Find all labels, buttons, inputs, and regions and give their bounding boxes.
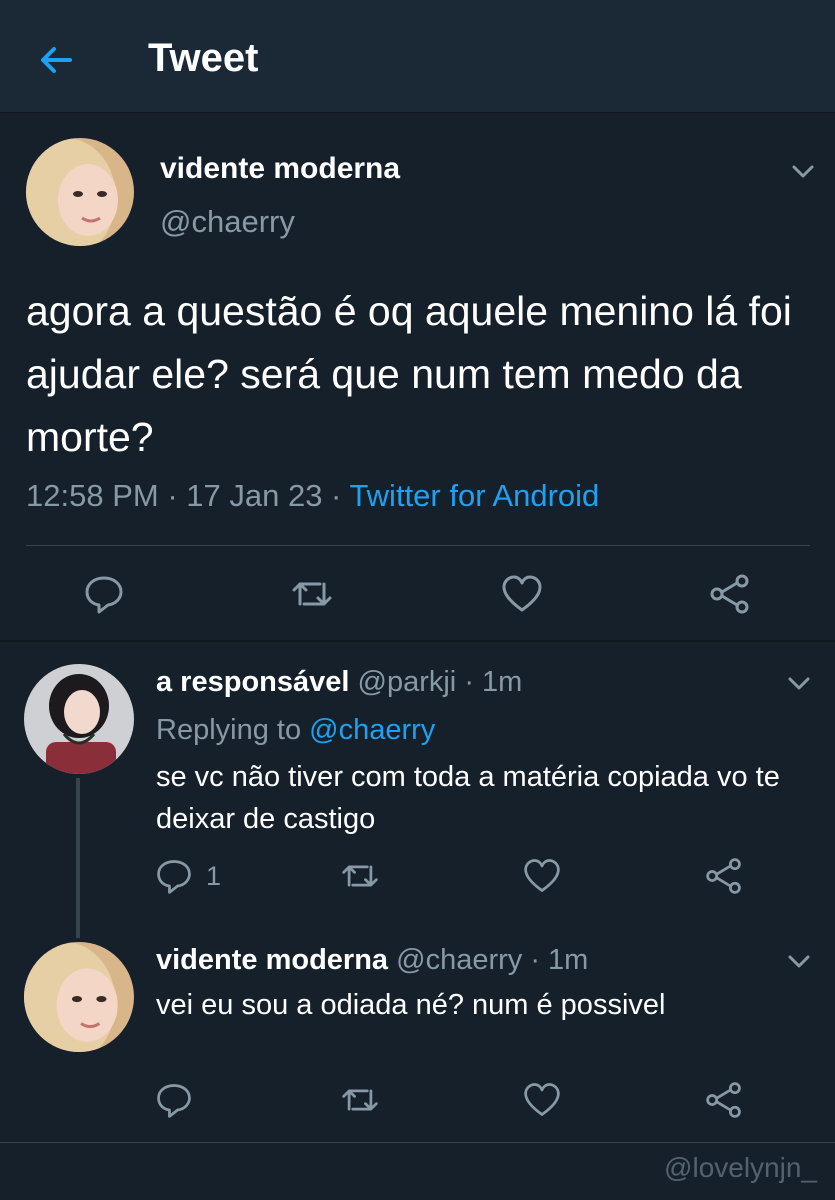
chevron-down-icon[interactable] [784, 946, 814, 976]
author-name[interactable]: vidente moderna [160, 152, 400, 186]
tweet-meta: 12:58 PM · 17 Jan 23 · Twitter for Andro… [26, 478, 599, 514]
top-bar: Tweet [0, 0, 835, 113]
thread-line [76, 778, 80, 938]
reply-header: a responsável @parkji · 1m [156, 666, 522, 699]
reply-text: se vc não tiver com toda a matéria copia… [156, 761, 780, 835]
like-icon[interactable] [500, 572, 544, 616]
chevron-down-icon[interactable] [784, 668, 814, 698]
watermark: @lovelynjn_ [664, 1152, 817, 1183]
tweet-date: 17 Jan 23 [186, 478, 323, 513]
replying-to-handle[interactable]: @chaerry [309, 714, 435, 746]
reply-header: vidente moderna @chaerry · 1m [156, 944, 588, 977]
meta-separator: · [322, 478, 350, 513]
tweet-time: 12:58 PM [26, 478, 159, 513]
avatar[interactable] [26, 138, 134, 246]
like-icon[interactable] [522, 856, 562, 896]
avatar[interactable] [24, 664, 134, 774]
reply-text: vei eu sou a odiada né? num é possivel [156, 989, 666, 1021]
share-icon[interactable] [708, 572, 752, 616]
page-title: Tweet [148, 36, 259, 80]
tweet-source[interactable]: Twitter for Android [349, 478, 599, 513]
retweet-icon[interactable] [340, 856, 380, 896]
meta-separator: · [522, 944, 549, 976]
reply-author-name[interactable]: vidente moderna [156, 944, 388, 976]
reply-count: 1 [206, 861, 222, 891]
replying-to-label: Replying to [156, 714, 302, 746]
share-icon[interactable] [704, 1080, 744, 1120]
reply-author-handle[interactable]: @parkji [358, 666, 457, 698]
reply-icon[interactable] [154, 1080, 194, 1120]
reply-time: 1m [482, 666, 523, 698]
like-icon[interactable] [522, 1080, 562, 1120]
retweet-icon[interactable] [340, 1080, 380, 1120]
divider [26, 545, 810, 546]
tweet-text: agora a questão é oq aquele menino lá fo… [26, 288, 792, 460]
back-arrow-icon[interactable] [36, 40, 76, 80]
reply-author-handle[interactable]: @chaerry [396, 944, 522, 976]
share-icon[interactable] [704, 856, 744, 896]
author-handle[interactable]: @chaerry [160, 204, 295, 240]
reply-icon[interactable] [82, 572, 126, 616]
retweet-icon[interactable] [290, 572, 334, 616]
meta-separator: · [158, 478, 187, 513]
chevron-down-icon[interactable] [788, 156, 818, 186]
replying-to: Replying to @chaerry [156, 714, 435, 747]
reply-icon[interactable] [154, 856, 194, 896]
section-divider [0, 640, 835, 642]
reply-time: 1m [548, 944, 589, 976]
divider [0, 1142, 835, 1143]
meta-separator: · [456, 666, 483, 698]
avatar[interactable] [24, 942, 134, 1052]
reply-author-name[interactable]: a responsável [156, 666, 349, 698]
